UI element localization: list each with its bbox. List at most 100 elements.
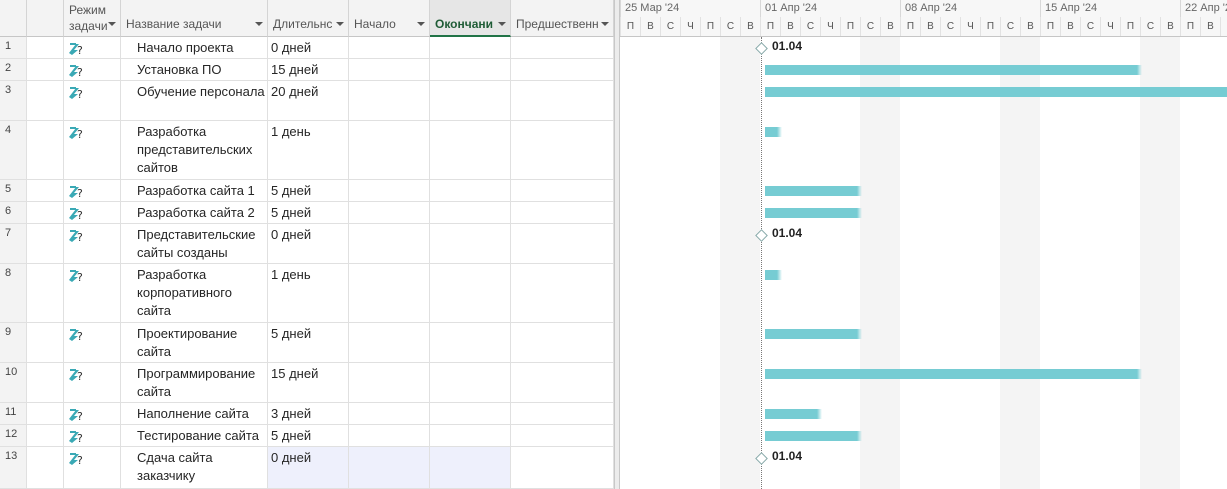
task-name-cell[interactable]: Начало проекта — [121, 37, 268, 58]
predecessors-cell[interactable] — [511, 202, 614, 223]
task-mode-cell[interactable]: ? — [64, 121, 121, 179]
row-id[interactable]: 3 — [0, 81, 27, 120]
predecessors-cell[interactable] — [511, 363, 614, 402]
task-name-cell[interactable]: Наполнение сайта — [121, 403, 268, 424]
column-header-info[interactable]: i — [27, 0, 64, 37]
task-name-cell[interactable]: Обучение персонала — [121, 81, 268, 120]
task-name-cell[interactable]: Сдача сайта заказчику — [121, 447, 268, 488]
start-cell[interactable] — [349, 37, 430, 58]
table-row[interactable]: 11? Наполнение сайта 3 дней — [0, 403, 614, 425]
task-mode-cell[interactable]: ? — [64, 37, 121, 58]
end-cell[interactable] — [430, 323, 511, 362]
table-row[interactable]: 3? Обучение персонала 20 дней — [0, 81, 614, 121]
task-mode-cell[interactable]: ? — [64, 323, 121, 362]
table-row[interactable]: 6? Разработка сайта 25 дней — [0, 202, 614, 224]
row-id[interactable]: 5 — [0, 180, 27, 201]
row-id[interactable]: 4 — [0, 121, 27, 179]
task-bar[interactable] — [765, 127, 782, 137]
table-row[interactable]: 7? Представительские сайты созданы 0 дней — [0, 224, 614, 264]
start-cell[interactable] — [349, 264, 430, 322]
row-id[interactable]: 6 — [0, 202, 27, 223]
task-bar[interactable] — [765, 369, 1142, 379]
row-id[interactable]: 10 — [0, 363, 27, 402]
table-row[interactable]: 8? Разработка корпоративного сайта 1 день — [0, 264, 614, 323]
info-cell[interactable] — [27, 81, 64, 120]
end-cell[interactable] — [430, 59, 511, 80]
column-header-mode[interactable]: Режим задачи — [64, 0, 121, 37]
task-mode-cell[interactable]: ? — [64, 81, 121, 120]
info-cell[interactable] — [27, 180, 64, 201]
info-cell[interactable] — [27, 425, 64, 446]
task-bar[interactable] — [765, 208, 862, 218]
predecessors-cell[interactable] — [511, 403, 614, 424]
task-mode-cell[interactable]: ? — [64, 363, 121, 402]
task-bar[interactable] — [765, 65, 1142, 75]
table-row[interactable]: 10? Программирование сайта 15 дней — [0, 363, 614, 403]
end-cell[interactable] — [430, 264, 511, 322]
end-cell[interactable] — [430, 180, 511, 201]
end-cell[interactable] — [430, 37, 511, 58]
predecessors-cell[interactable] — [511, 425, 614, 446]
task-bar[interactable] — [765, 270, 782, 280]
duration-cell[interactable]: 20 дней — [268, 81, 349, 120]
duration-cell[interactable]: 1 день — [268, 264, 349, 322]
task-name-cell[interactable]: Разработка сайта 2 — [121, 202, 268, 223]
chevron-down-icon[interactable] — [417, 22, 425, 26]
chevron-down-icon[interactable] — [336, 22, 344, 26]
column-header-end[interactable]: Окончани — [430, 0, 511, 37]
task-name-cell[interactable]: Проектирование сайта — [121, 323, 268, 362]
info-cell[interactable] — [27, 447, 64, 488]
info-cell[interactable] — [27, 59, 64, 80]
column-header-predecessors[interactable]: Предшественн — [511, 0, 614, 37]
row-id[interactable]: 2 — [0, 59, 27, 80]
duration-cell[interactable]: 5 дней — [268, 180, 349, 201]
end-cell[interactable] — [430, 425, 511, 446]
task-bar[interactable] — [765, 329, 862, 339]
start-cell[interactable] — [349, 180, 430, 201]
task-name-cell[interactable]: Представительские сайты созданы — [121, 224, 268, 263]
start-cell[interactable] — [349, 403, 430, 424]
info-cell[interactable] — [27, 403, 64, 424]
task-bar[interactable] — [765, 87, 1227, 97]
duration-cell[interactable]: 1 день — [268, 121, 349, 179]
predecessors-cell[interactable] — [511, 447, 614, 488]
task-name-cell[interactable]: Разработка представительских сайтов — [121, 121, 268, 179]
start-cell[interactable] — [349, 59, 430, 80]
info-cell[interactable] — [27, 121, 64, 179]
start-cell[interactable] — [349, 323, 430, 362]
start-cell[interactable] — [349, 121, 430, 179]
info-cell[interactable] — [27, 202, 64, 223]
chevron-down-icon[interactable] — [601, 22, 609, 26]
task-name-cell[interactable]: Программирование сайта — [121, 363, 268, 402]
task-mode-cell[interactable]: ? — [64, 403, 121, 424]
predecessors-cell[interactable] — [511, 37, 614, 58]
column-header-duration[interactable]: Длительнс — [268, 0, 349, 37]
end-cell[interactable] — [430, 403, 511, 424]
task-mode-cell[interactable]: ? — [64, 59, 121, 80]
start-cell[interactable] — [349, 447, 430, 488]
row-id[interactable]: 1 — [0, 37, 27, 58]
end-cell[interactable] — [430, 202, 511, 223]
start-cell[interactable] — [349, 363, 430, 402]
chevron-down-icon[interactable] — [498, 22, 506, 26]
row-id[interactable]: 9 — [0, 323, 27, 362]
predecessors-cell[interactable] — [511, 224, 614, 263]
table-row[interactable]: 1? Начало проекта 0 дней — [0, 37, 614, 59]
predecessors-cell[interactable] — [511, 81, 614, 120]
predecessors-cell[interactable] — [511, 121, 614, 179]
column-header-name[interactable]: Название задачи — [121, 0, 268, 37]
row-id[interactable]: 7 — [0, 224, 27, 263]
start-cell[interactable] — [349, 224, 430, 263]
end-cell[interactable] — [430, 81, 511, 120]
select-all-corner[interactable] — [0, 0, 27, 37]
task-mode-cell[interactable]: ? — [64, 180, 121, 201]
end-cell[interactable] — [430, 447, 511, 488]
duration-cell[interactable]: 5 дней — [268, 425, 349, 446]
row-id[interactable]: 11 — [0, 403, 27, 424]
table-row[interactable]: 5? Разработка сайта 15 дней — [0, 180, 614, 202]
start-cell[interactable] — [349, 202, 430, 223]
info-cell[interactable] — [27, 363, 64, 402]
info-cell[interactable] — [27, 37, 64, 58]
task-bar[interactable] — [765, 186, 862, 196]
predecessors-cell[interactable] — [511, 59, 614, 80]
